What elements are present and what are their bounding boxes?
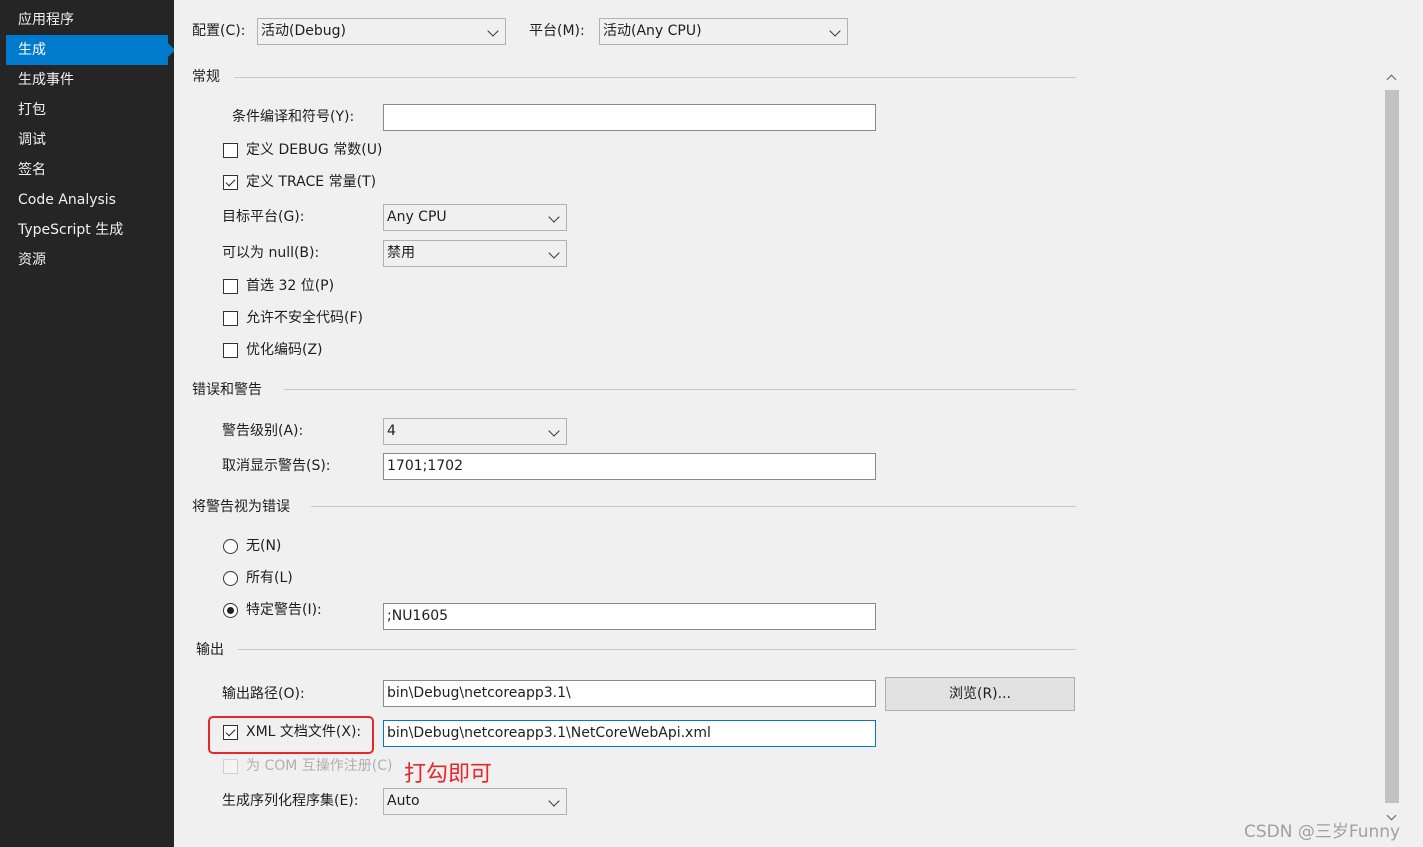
scrollbar-thumb[interactable] xyxy=(1385,90,1399,803)
section-title-general: 常规 xyxy=(192,69,220,85)
section-divider xyxy=(234,77,1076,78)
warning-level-dropdown[interactable]: 4 xyxy=(383,418,567,445)
platform-label: 平台(M): xyxy=(529,23,585,39)
treat-warnings-specific-radio[interactable] xyxy=(223,603,238,618)
nullable-label: 可以为 null(B): xyxy=(222,245,320,261)
treat-warnings-none-label: 无(N) xyxy=(246,538,282,554)
warning-level-label: 警告级别(A): xyxy=(222,423,304,439)
build-properties-panel: 配置(C): 活动(Debug) 平台(M): 活动(Any CPU) 常规 条… xyxy=(174,0,1423,847)
conditional-symbols-label: 条件编译和符号(Y): xyxy=(232,109,355,125)
chevron-down-icon xyxy=(487,25,499,37)
unsafe-code-checkbox[interactable] xyxy=(223,311,238,326)
sidebar-item-application[interactable]: 应用程序 xyxy=(6,5,168,35)
sidebar-item-debug[interactable]: 调试 xyxy=(6,125,168,155)
section-title-output: 输出 xyxy=(196,642,224,658)
define-trace-label: 定义 TRACE 常量(T) xyxy=(246,174,377,190)
scroll-up-arrow-icon[interactable] xyxy=(1386,74,1397,85)
treat-warnings-none-radio[interactable] xyxy=(223,539,238,554)
treat-warnings-all-radio[interactable] xyxy=(223,571,238,586)
chevron-down-icon xyxy=(829,25,841,37)
platform-dropdown[interactable]: 活动(Any CPU) xyxy=(599,18,848,45)
chevron-down-icon xyxy=(548,211,560,223)
suppress-warnings-input[interactable]: 1701;1702 xyxy=(383,453,876,480)
platform-dropdown-value: 活动(Any CPU) xyxy=(603,23,702,39)
annotation-text: 打勾即可 xyxy=(404,762,493,787)
serialization-assembly-dropdown[interactable]: Auto xyxy=(383,788,567,815)
optimize-code-checkbox[interactable] xyxy=(223,343,238,358)
section-title-errors-warnings: 错误和警告 xyxy=(192,382,262,398)
output-path-input[interactable]: bin\Debug\netcoreapp3.1\ xyxy=(383,680,876,707)
com-register-checkbox[interactable] xyxy=(223,759,238,774)
target-platform-value: Any CPU xyxy=(387,209,447,225)
sidebar-item-build[interactable]: 生成 xyxy=(6,35,168,65)
specific-warnings-input[interactable]: ;NU1605 xyxy=(383,603,876,630)
suppress-warnings-label: 取消显示警告(S): xyxy=(222,458,331,474)
define-debug-checkbox[interactable] xyxy=(223,143,238,158)
vertical-scrollbar[interactable] xyxy=(1383,68,1401,828)
output-path-label: 输出路径(O): xyxy=(222,686,305,702)
config-dropdown-value: 活动(Debug) xyxy=(261,23,346,39)
xml-doc-path-input[interactable]: bin\Debug\netcoreapp3.1\NetCoreWebApi.xm… xyxy=(383,720,876,747)
optimize-code-label: 优化编码(Z) xyxy=(246,342,323,358)
config-label: 配置(C): xyxy=(192,23,246,39)
define-debug-label: 定义 DEBUG 常数(U) xyxy=(246,142,383,158)
prefer32-label: 首选 32 位(P) xyxy=(246,278,335,294)
sidebar-item-signing[interactable]: 签名 xyxy=(6,155,168,185)
section-divider xyxy=(311,506,1076,507)
nullable-value: 禁用 xyxy=(387,245,415,261)
sidebar-item-resources[interactable]: 资源 xyxy=(6,245,168,275)
prefer32-checkbox[interactable] xyxy=(223,279,238,294)
treat-warnings-all-label: 所有(L) xyxy=(246,570,293,586)
target-platform-label: 目标平台(G): xyxy=(222,209,305,225)
watermark: CSDN @三岁Funny xyxy=(1244,822,1401,842)
define-trace-checkbox[interactable] xyxy=(223,175,238,190)
treat-warnings-specific-label: 特定警告(I): xyxy=(246,602,322,618)
com-register-label: 为 COM 互操作注册(C) xyxy=(246,758,393,774)
annotation-highlight-box xyxy=(208,716,374,754)
serialization-assembly-label: 生成序列化程序集(E): xyxy=(222,793,359,809)
section-divider xyxy=(284,389,1076,390)
sidebar-item-build-events[interactable]: 生成事件 xyxy=(6,65,168,95)
sidebar-item-typescript-build[interactable]: TypeScript 生成 xyxy=(6,215,168,245)
conditional-symbols-input[interactable] xyxy=(383,104,876,131)
browse-button[interactable]: 浏览(R)... xyxy=(885,677,1075,711)
serialization-assembly-value: Auto xyxy=(387,793,420,809)
section-divider xyxy=(238,649,1076,650)
sidebar: 应用程序 生成 生成事件 打包 调试 签名 Code Analysis Type… xyxy=(0,0,174,847)
sidebar-item-package[interactable]: 打包 xyxy=(6,95,168,125)
target-platform-dropdown[interactable]: Any CPU xyxy=(383,204,567,231)
config-dropdown[interactable]: 活动(Debug) xyxy=(257,18,506,45)
chevron-down-icon xyxy=(548,425,560,437)
sidebar-item-code-analysis[interactable]: Code Analysis xyxy=(6,185,168,215)
section-title-treat-warnings-as-errors: 将警告视为错误 xyxy=(192,499,290,515)
warning-level-value: 4 xyxy=(387,423,396,439)
chevron-down-icon xyxy=(548,795,560,807)
nullable-dropdown[interactable]: 禁用 xyxy=(383,240,567,267)
chevron-down-icon xyxy=(548,247,560,259)
unsafe-code-label: 允许不安全代码(F) xyxy=(246,310,363,326)
